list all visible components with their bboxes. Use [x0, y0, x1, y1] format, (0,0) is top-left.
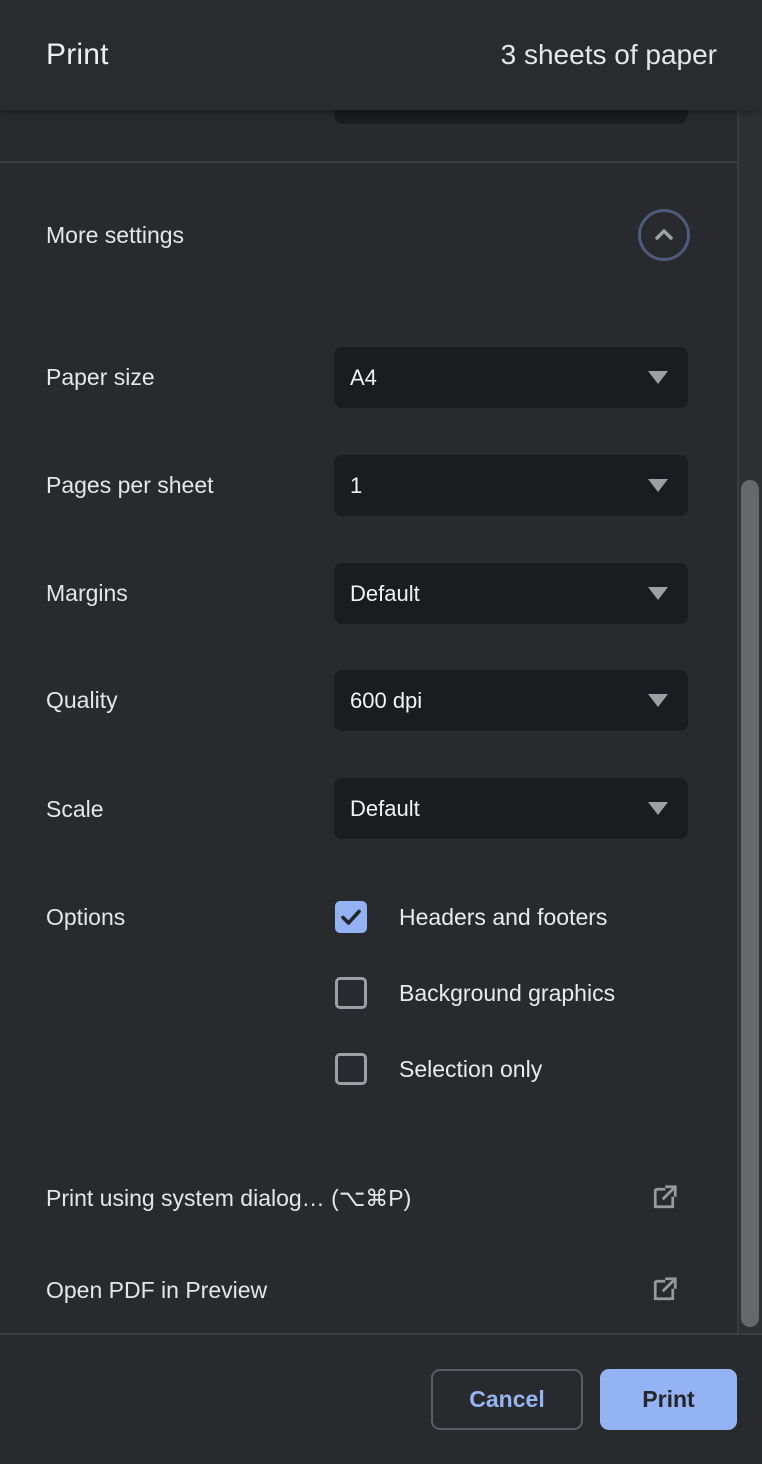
- paper-size-label: Paper size: [46, 364, 316, 391]
- section-divider: [0, 161, 737, 163]
- cancel-button[interactable]: Cancel: [431, 1369, 583, 1430]
- sheet-count-label: 3 sheets of paper: [501, 0, 717, 110]
- dropdown-arrow-icon: [648, 371, 668, 384]
- dropdown-arrow-icon: [648, 479, 668, 492]
- selection-only-label[interactable]: Selection only: [399, 1056, 542, 1083]
- margins-select[interactable]: Default: [334, 563, 688, 624]
- collapse-more-settings-button[interactable]: [638, 209, 690, 261]
- open-pdf-preview-link-label: Open PDF in Preview: [46, 1258, 267, 1322]
- dialog-header: Print 3 sheets of paper: [0, 0, 762, 110]
- dropdown-arrow-icon: [648, 694, 668, 707]
- open-pdf-preview-link[interactable]: Open PDF in Preview: [0, 1258, 737, 1322]
- pages-per-sheet-select[interactable]: 1: [334, 455, 688, 516]
- system-dialog-link[interactable]: Print using system dialog… (⌥⌘P): [0, 1166, 737, 1230]
- selection-only-checkbox[interactable]: [335, 1053, 367, 1085]
- scale-value: Default: [350, 796, 420, 822]
- background-graphics-option: Background graphics: [335, 977, 615, 1009]
- quality-select[interactable]: 600 dpi: [334, 670, 688, 731]
- dialog-title: Print: [46, 0, 109, 110]
- system-dialog-link-label: Print using system dialog… (⌥⌘P): [46, 1166, 411, 1230]
- scale-label: Scale: [46, 796, 316, 823]
- background-graphics-checkbox[interactable]: [335, 977, 367, 1009]
- scrollbar-thumb[interactable]: [741, 480, 759, 1327]
- more-settings-label: More settings: [46, 222, 184, 249]
- print-button[interactable]: Print: [600, 1369, 737, 1430]
- quality-value: 600 dpi: [350, 688, 422, 714]
- margins-label: Margins: [46, 580, 316, 607]
- paper-size-value: A4: [350, 365, 377, 391]
- quality-label: Quality: [46, 687, 316, 714]
- partially-scrolled-control[interactable]: [334, 108, 688, 124]
- print-dialog: Print 3 sheets of paper More settings Pa…: [0, 0, 762, 1464]
- background-graphics-label[interactable]: Background graphics: [399, 980, 615, 1007]
- dialog-footer: Cancel Print: [0, 1335, 762, 1464]
- options-label: Options: [46, 904, 316, 931]
- headers-footers-option: Headers and footers: [335, 901, 607, 933]
- selection-only-option: Selection only: [335, 1053, 542, 1085]
- paper-size-select[interactable]: A4: [334, 347, 688, 408]
- checkmark-icon: [339, 905, 363, 929]
- headers-footers-label[interactable]: Headers and footers: [399, 904, 607, 931]
- open-in-new-icon: [649, 1183, 679, 1213]
- pages-per-sheet-value: 1: [350, 473, 362, 499]
- scale-select[interactable]: Default: [334, 778, 688, 839]
- dropdown-arrow-icon: [648, 802, 668, 815]
- open-in-new-icon: [649, 1275, 679, 1305]
- chevron-up-icon: [650, 221, 678, 249]
- headers-footers-checkbox[interactable]: [335, 901, 367, 933]
- dropdown-arrow-icon: [648, 587, 668, 600]
- margins-value: Default: [350, 581, 420, 607]
- pages-per-sheet-label: Pages per sheet: [46, 472, 316, 499]
